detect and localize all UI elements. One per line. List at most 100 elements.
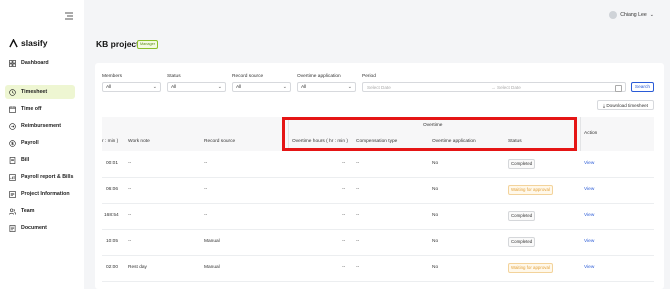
sidebar-item-label: Payroll report & Bills [21, 174, 74, 180]
sidebar-item-label: Timesheet [21, 89, 48, 95]
sidebar-item-label: Project Information [21, 191, 70, 197]
user-name: Chiang Lee [620, 12, 647, 18]
download-timesheet-button[interactable]: ⤓ Download timesheet [597, 100, 654, 110]
cell-compensation-type: -- [356, 213, 360, 218]
cell-hours: 00:01 [106, 161, 119, 166]
view-link[interactable]: View [584, 239, 594, 244]
period-date-range[interactable]: Select Date → Select Date [362, 82, 626, 92]
members-filter-label: Members [102, 74, 122, 79]
avatar [609, 11, 618, 19]
dashboard-icon [9, 59, 16, 67]
sidebar-item-project-information[interactable]: Project Information [5, 187, 75, 201]
cell-overtime-hours: -- [342, 161, 346, 166]
sidebar-item-label: Dashboard [21, 60, 49, 66]
column-divider [580, 117, 581, 151]
cell-overtime-application: No [432, 161, 439, 166]
sidebar-item-team[interactable]: Team [5, 204, 75, 218]
cell-record-source: -- [204, 161, 208, 166]
svg-text:$: $ [11, 140, 14, 145]
search-button[interactable]: Search [631, 82, 654, 92]
status-badge: Completed [508, 237, 536, 247]
cell-record-source: -- [204, 187, 208, 192]
sidebar-item-document[interactable]: Document [5, 221, 75, 235]
cell-compensation-type: -- [356, 239, 360, 244]
table-row: 10:05 -- Manual -- -- No Completed View [102, 229, 654, 256]
status-badge: Waiting for approval [508, 263, 553, 273]
table-row: 168:54 -- -- -- -- No Completed View [102, 203, 654, 230]
cell-overtime-hours: -- [342, 239, 346, 244]
document-icon [9, 224, 16, 232]
cell-overtime-application: No [432, 213, 439, 218]
chevron-down-icon: ⌄ [217, 84, 222, 90]
cell-overtime-hours: -- [342, 187, 346, 192]
status-badge: Completed [508, 211, 536, 221]
members-select[interactable]: All ⌄ [102, 82, 161, 92]
download-label: Download timesheet [606, 103, 648, 108]
sidebar-item-reimbursement[interactable]: Reimbursement [5, 119, 75, 133]
table-row: 06:06 -- -- -- -- No Waiting for approva… [102, 177, 654, 204]
chevron-down-icon: ⌄ [649, 12, 654, 18]
sidebar-item-time-off[interactable]: Time off [5, 102, 75, 116]
status-badge: Completed [508, 159, 536, 169]
cell-record-source: -- [204, 213, 208, 218]
cell-record-source: Manual [204, 239, 220, 244]
collapse-menu-icon[interactable] [64, 11, 74, 21]
sidebar-item-payroll[interactable]: $ Payroll [5, 136, 75, 150]
arrow-right-icon: → [491, 85, 496, 90]
chevron-down-icon: ⌄ [282, 84, 287, 90]
period-filter-label: Period [362, 74, 376, 79]
logo[interactable]: slasify [9, 37, 47, 49]
cell-overtime-application: No [432, 187, 439, 192]
column-header-hours: r : min ) [102, 139, 119, 144]
cell-work-note: -- [128, 187, 132, 192]
status-select[interactable]: All ⌄ [167, 82, 226, 92]
sidebar-item-timesheet[interactable]: Timesheet [5, 85, 75, 99]
view-link[interactable]: View [584, 187, 594, 192]
clock-icon [9, 88, 16, 96]
sidebar-item-label: Document [21, 225, 47, 231]
logo-text: slasify [21, 38, 48, 48]
view-link[interactable]: View [584, 213, 594, 218]
period-end-placeholder: Select Date [497, 85, 521, 90]
user-menu[interactable]: Chiang Lee ⌄ [609, 11, 654, 19]
column-header-record-source: Record source [204, 139, 236, 144]
overtime-application-select-value: All [301, 85, 307, 90]
cell-hours: 02:00 [106, 265, 119, 270]
cell-overtime-hours: -- [342, 265, 346, 270]
payroll-icon: $ [9, 139, 16, 147]
project-icon [9, 190, 16, 198]
view-link[interactable]: View [584, 161, 594, 166]
role-badge: Manager [137, 40, 158, 49]
status-badge: Waiting for approval [508, 185, 553, 195]
cell-overtime-application: No [432, 265, 439, 270]
column-header-action: Action [584, 131, 598, 136]
record-source-filter-label: Record source [232, 74, 264, 79]
record-source-select-value: All [236, 85, 242, 90]
view-link[interactable]: View [584, 265, 594, 270]
cell-hours: 06:06 [106, 187, 119, 192]
cell-work-note: -- [128, 239, 132, 244]
chevron-down-icon: ⌄ [152, 84, 157, 90]
sidebar-item-payroll-report[interactable]: Payroll report & Bills [5, 170, 75, 184]
cell-hours: 10:05 [106, 239, 119, 244]
calendar-icon [615, 85, 622, 92]
sidebar-item-dashboard[interactable]: Dashboard [5, 56, 75, 70]
members-select-value: All [106, 85, 112, 90]
sidebar-item-bill[interactable]: Bill [5, 153, 75, 167]
table-row: 02:00 Rest day Manual -- -- No Waiting f… [102, 255, 654, 282]
record-source-select[interactable]: All ⌄ [232, 82, 291, 92]
table-row: 00:01 -- -- -- -- No Completed View [102, 151, 654, 178]
chevron-down-icon: ⌄ [347, 84, 352, 90]
download-icon: ⤓ [603, 103, 606, 108]
cell-overtime-application: No [432, 239, 439, 244]
status-select-value: All [171, 85, 177, 90]
reimbursement-icon [9, 122, 16, 130]
overtime-application-filter-label: Overtime application [297, 74, 341, 79]
sidebar-item-label: Bill [21, 157, 30, 163]
cell-compensation-type: -- [356, 265, 360, 270]
cell-compensation-type: -- [356, 161, 360, 166]
cell-work-note: -- [128, 161, 132, 166]
overtime-application-select[interactable]: All ⌄ [297, 82, 356, 92]
calendar-icon [9, 105, 16, 113]
cell-record-source: Manual [204, 265, 220, 270]
